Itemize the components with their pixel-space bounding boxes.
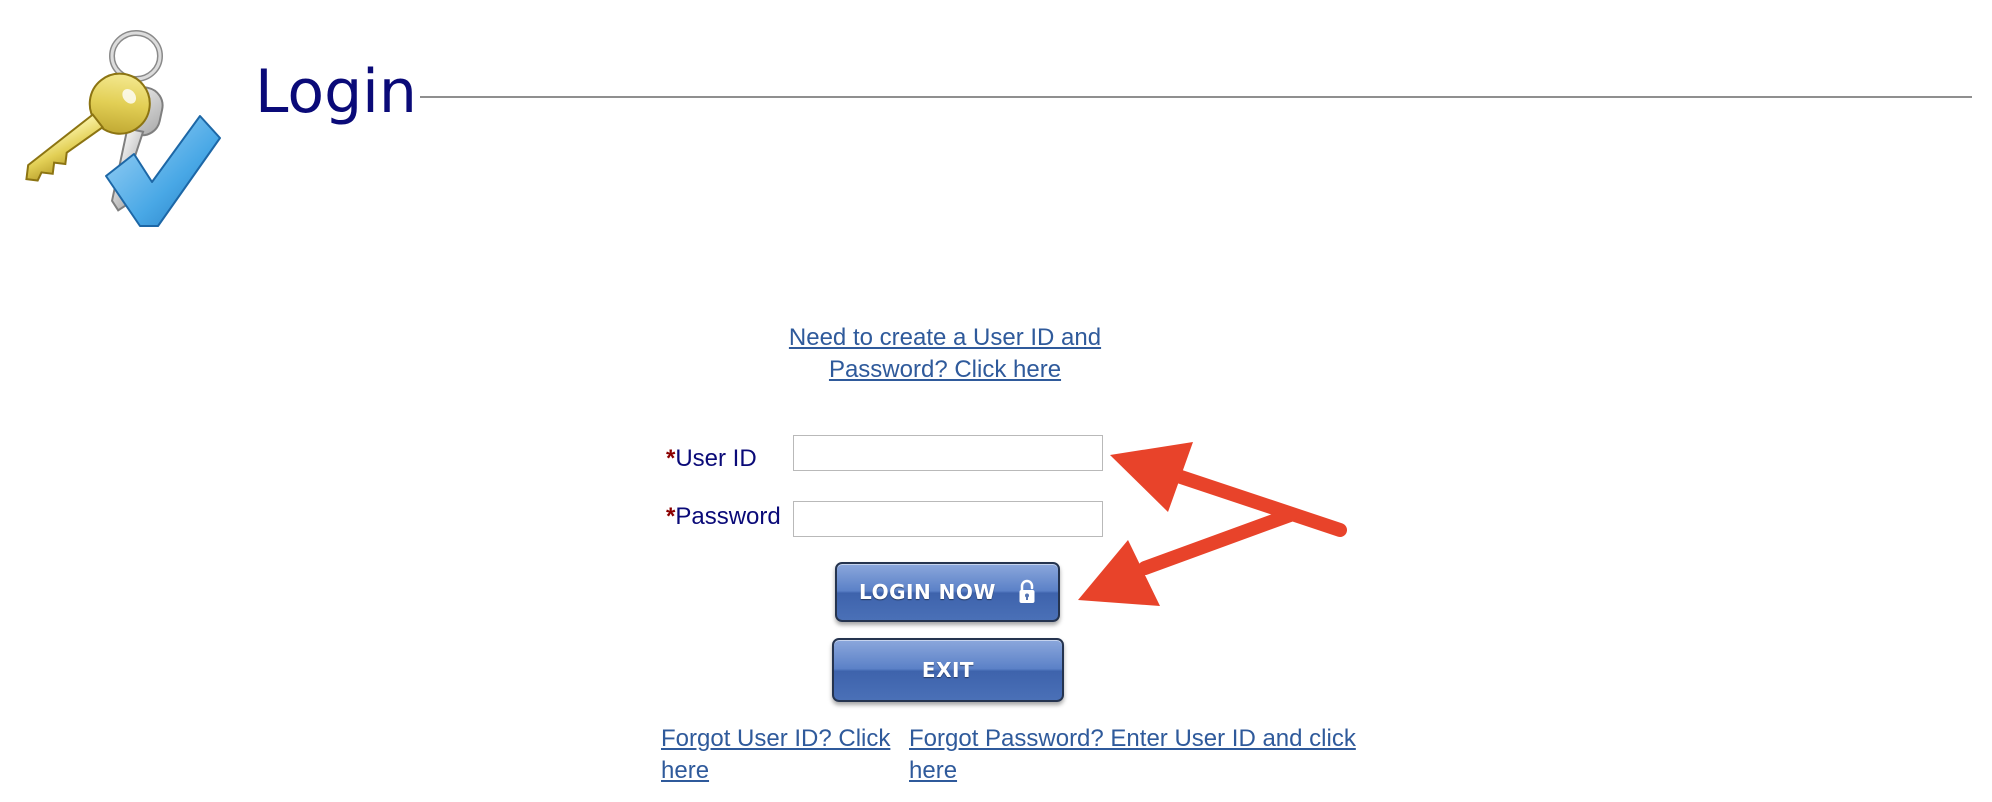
required-marker: * [666,503,676,530]
page-title: Login [255,57,417,127]
login-now-label: LOGIN NOW [859,580,996,604]
forgot-userid-link[interactable]: Forgot User ID? Click here [661,723,901,787]
userid-label: *User ID [666,444,757,474]
required-marker: * [666,445,676,472]
exit-label: EXIT [921,658,975,682]
title-divider [420,96,1972,98]
password-input[interactable] [793,501,1103,537]
red-arrow-icon [1110,442,1347,537]
login-page: Login Need to create a User ID and Passw… [0,0,1992,802]
create-account-link[interactable]: Need to create a User ID and Password? C… [780,322,1110,386]
exit-button[interactable]: EXIT [832,638,1064,702]
login-now-button[interactable]: LOGIN NOW [835,562,1060,622]
userid-input[interactable] [793,435,1103,471]
password-label: *Password [666,502,781,532]
password-label-text: Password [675,503,781,530]
keys-checkmark-icon [25,30,221,227]
forgot-password-link[interactable]: Forgot Password? Enter User ID and click… [909,723,1379,787]
padlock-icon [1019,579,1035,603]
userid-label-text: User ID [675,445,757,472]
red-arrow-icon [1078,508,1297,606]
